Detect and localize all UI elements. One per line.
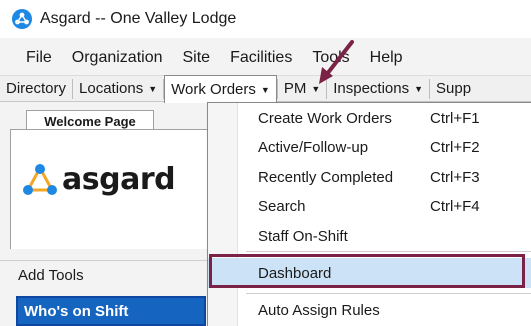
menu-tools[interactable]: Tools: [302, 49, 359, 67]
logo-wordmark: asgard: [62, 162, 176, 197]
menu-item-recently-completed[interactable]: Recently Completed Ctrl+F3: [208, 162, 531, 192]
menu-item-shortcut: Ctrl+F1: [430, 109, 480, 127]
caret-down-icon: ▼: [260, 84, 270, 95]
menu-organization[interactable]: Organization: [62, 49, 173, 67]
menu-item-label: Recently Completed: [258, 168, 394, 186]
toolbar-label: Supp: [436, 80, 472, 97]
toolbar-directory[interactable]: Directory: [0, 75, 72, 102]
asgard-logo: asgard: [22, 162, 176, 197]
menu-item-shortcut: Ctrl+F3: [430, 168, 480, 186]
menu-item-label: Search: [258, 197, 306, 215]
menu-item-label: Active/Follow-up: [258, 138, 369, 156]
menu-item-auto-assign-rules[interactable]: Auto Assign Rules: [208, 295, 531, 325]
annotation-highlight-box: [209, 254, 525, 288]
asgard-logo-icon: [23, 163, 57, 195]
toolbar-label: Work Orders: [171, 81, 256, 98]
toolbar-supplies[interactable]: Supp: [430, 75, 477, 102]
menu-file[interactable]: File: [16, 49, 62, 67]
window-title: Asgard -- One Valley Lodge: [40, 10, 237, 27]
title-bar: Asgard -- One Valley Lodge: [0, 0, 531, 38]
toolbar-label: PM: [283, 80, 307, 97]
menu-item-label: Auto Assign Rules: [258, 301, 380, 319]
menu-separator: [246, 293, 531, 294]
toolbar-label: Inspections: [333, 80, 410, 97]
toolbar-locations[interactable]: Locations ▼: [73, 75, 163, 102]
whos-on-shift-header[interactable]: Who's on Shift: [16, 296, 206, 326]
toolbar-work-orders[interactable]: Work Orders ▼: [164, 75, 277, 103]
tab-strip: Welcome Page: [0, 102, 210, 132]
toolbar-label: Locations: [79, 80, 144, 97]
menu-item-create-work-orders[interactable]: Create Work Orders Ctrl+F1: [208, 103, 531, 133]
menu-item-shortcut: Ctrl+F2: [430, 138, 480, 156]
menu-site[interactable]: Site: [173, 49, 221, 67]
menu-item-label: Create Work Orders: [258, 109, 392, 127]
toolbar-label: Directory: [6, 80, 67, 97]
menu-item-staff-on-shift[interactable]: Staff On-Shift: [208, 221, 531, 251]
menu-item-shortcut: Ctrl+F4: [430, 197, 480, 215]
menu-bar: File Organization Site Facilities Tools …: [0, 42, 413, 74]
caret-down-icon: ▼: [148, 83, 158, 94]
menu-item-active-follow-up[interactable]: Active/Follow-up Ctrl+F2: [208, 132, 531, 162]
work-orders-dropdown: Create Work Orders Ctrl+F1 Active/Follow…: [207, 102, 531, 326]
menu-item-search[interactable]: Search Ctrl+F4: [208, 191, 531, 221]
menu-item-label: Staff On-Shift: [258, 227, 348, 245]
toolbar: Directory Locations ▼ Work Orders ▼ PM ▼…: [0, 75, 531, 103]
menu-facilities[interactable]: Facilities: [220, 49, 302, 67]
toolbar-inspections[interactable]: Inspections ▼: [327, 75, 429, 102]
toolbar-pm[interactable]: PM ▼: [278, 75, 326, 102]
asgard-logo-icon: [12, 9, 32, 29]
app-window: Asgard -- One Valley Lodge File Organiza…: [0, 0, 531, 326]
caret-down-icon: ▼: [414, 83, 424, 94]
menu-separator: [246, 251, 531, 252]
caret-down-icon: ▼: [311, 83, 321, 94]
menu-help[interactable]: Help: [360, 49, 413, 67]
add-tools-label[interactable]: Add Tools: [0, 260, 210, 290]
